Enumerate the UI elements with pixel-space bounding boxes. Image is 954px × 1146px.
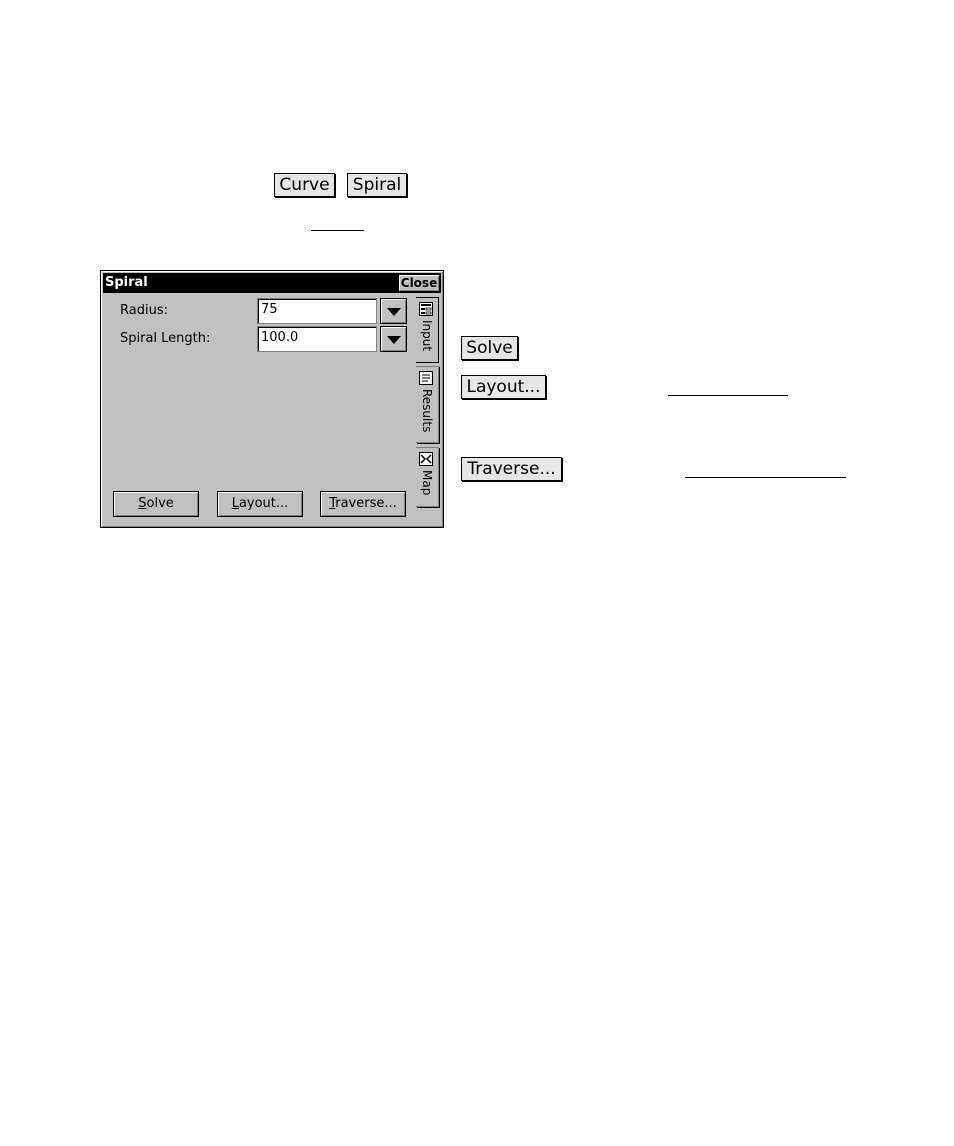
dropdown-arrow-icon [387, 336, 401, 344]
tab-results[interactable]: Results [416, 366, 439, 443]
solve-label: olve [146, 496, 174, 511]
doc-traverse-button[interactable]: Traverse... [461, 457, 562, 481]
text-rule [668, 395, 788, 396]
traverse-button[interactable]: Traverse... [320, 491, 406, 517]
tab-map[interactable]: Map [416, 447, 439, 507]
layout-button[interactable]: Layout... [217, 491, 303, 517]
dropdown-arrow-icon [387, 308, 401, 316]
close-button[interactable]: Close [398, 274, 440, 292]
title-bar: Spiral Close [103, 273, 441, 293]
tab-results-label: Results [420, 389, 434, 433]
doc-layout-button[interactable]: Layout... [461, 375, 546, 399]
tab-input[interactable]: Input [416, 297, 439, 363]
spiral-length-dropdown-button[interactable] [380, 326, 407, 352]
layout-label: ayout... [238, 496, 289, 511]
text-rule [311, 230, 364, 231]
map-icon [419, 452, 433, 466]
radius-input[interactable]: 75 [257, 298, 377, 324]
solve-button[interactable]: Solve [113, 491, 199, 517]
radius-dropdown-button[interactable] [380, 298, 407, 324]
radius-label: Radius: [120, 303, 168, 318]
window-title: Spiral [105, 275, 148, 290]
text-rule [685, 477, 846, 478]
curve-button[interactable]: Curve [274, 173, 335, 197]
spiral-window: Spiral Close Radius: 75 Spiral Length: 1… [100, 270, 444, 528]
solve-mnemonic: S [138, 496, 147, 511]
spiral-length-input[interactable]: 100.0 [257, 326, 377, 352]
tab-map-label: Map [420, 470, 434, 496]
tab-input-label: Input [420, 320, 434, 352]
spiral-length-label: Spiral Length: [120, 331, 211, 346]
results-document-icon [419, 371, 433, 385]
layout-mnemonic: L [231, 496, 239, 511]
spiral-button[interactable]: Spiral [347, 173, 407, 197]
input-form-icon [419, 302, 433, 316]
doc-solve-button[interactable]: Solve [461, 336, 518, 360]
traverse-label: raverse... [335, 496, 397, 511]
